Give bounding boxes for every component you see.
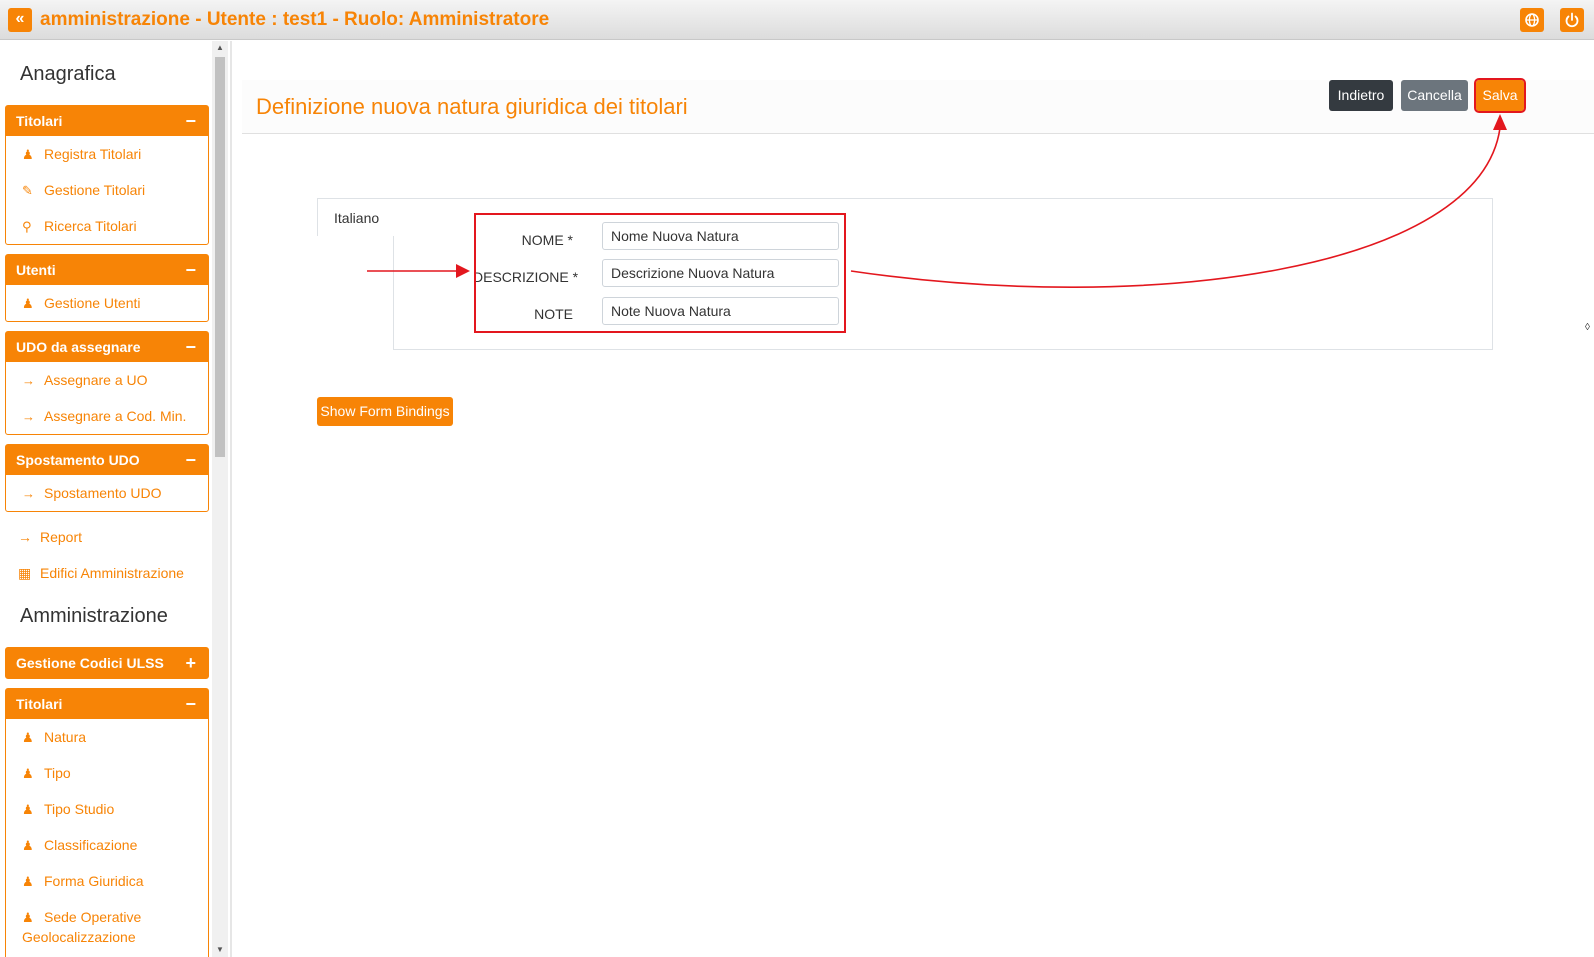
- arrow-right-icon: →: [18, 529, 32, 545]
- building-icon: ▦: [18, 565, 32, 581]
- section-heading-anagrafica: Anagrafica: [20, 63, 116, 85]
- save-button[interactable]: Salva: [1474, 78, 1526, 113]
- annotation-overlay: [367, 114, 1507, 288]
- sidebar-item-label: Spostamento UDO: [44, 485, 162, 501]
- sidebar-item-assegnare-cod-min[interactable]: → Assegnare a Cod. Min.: [6, 398, 208, 434]
- sidebar-item-overflow-text[interactable]: Geolocalizzazione: [6, 927, 208, 947]
- minus-icon[interactable]: −: [185, 106, 196, 136]
- language-button[interactable]: [1520, 8, 1544, 32]
- user-edit-icon: ♟: [22, 838, 34, 853]
- panel-header-spostamento[interactable]: Spostamento UDO −: [6, 445, 208, 475]
- sidebar-item-classificazione[interactable]: ♟ Classificazione: [6, 827, 208, 863]
- panel-title: Spostamento UDO: [16, 452, 140, 468]
- panel-udo-da-assegnare: UDO da assegnare − → Assegnare a UO → Asse…: [5, 331, 209, 435]
- sidebar-item-label: Tipo: [44, 765, 71, 781]
- user-edit-icon: ♟: [22, 766, 34, 781]
- annotation-highlight-box: [474, 213, 846, 333]
- sidebar-item-label: Gestione Titolari: [44, 182, 146, 198]
- section-heading-amministrazione: Amministrazione: [20, 605, 168, 627]
- user-edit-icon: ♟: [22, 296, 34, 311]
- sidebar-item-ricerca-titolari[interactable]: ⚲ Ricerca Titolari: [6, 208, 208, 244]
- sidebar-item-label: Natura: [44, 729, 87, 745]
- edit-icon: ✎: [22, 183, 33, 198]
- sidebar-item-report[interactable]: → Report: [18, 529, 82, 545]
- sidebar-item-edifici[interactable]: ▦ Edifici Amministrazione: [18, 565, 184, 582]
- sidebar-item-gestione-titolari[interactable]: ✎ Gestione Titolari: [6, 172, 208, 208]
- sidebar-item-forma-giuridica[interactable]: ♟ Forma Giuridica: [6, 863, 208, 899]
- minus-icon[interactable]: −: [185, 332, 196, 362]
- sidebar-item-sede-operative[interactable]: ♟ Sede Operative: [6, 907, 208, 927]
- sidebar-item-assegnare-uo[interactable]: → Assegnare a UO: [6, 362, 208, 398]
- power-icon: [1565, 12, 1579, 28]
- sidebar-item-tipo-studio[interactable]: ♟ Tipo Studio: [6, 791, 208, 827]
- user-edit-icon: ♟: [22, 147, 34, 162]
- arrow-right-icon: →: [22, 373, 35, 388]
- cancel-button[interactable]: Cancella: [1401, 80, 1468, 111]
- panel-title: Gestione Codici ULSS: [16, 655, 164, 671]
- sidebar-item-gestione-utenti[interactable]: ♟ Gestione Utenti: [6, 285, 208, 321]
- sidebar-item-spostamento-udo[interactable]: → Spostamento UDO: [6, 475, 208, 511]
- arrow-right-icon: →: [22, 486, 35, 501]
- globe-icon: [1525, 13, 1539, 27]
- sidebar: Anagrafica Titolari − ♟ Registra Titolari…: [0, 41, 230, 957]
- sidebar-item-label: Sede Operative: [44, 909, 142, 925]
- sidebar-item-label: Edifici Amministrazione: [40, 565, 184, 581]
- search-icon: ⚲: [22, 219, 32, 234]
- logout-button[interactable]: [1560, 8, 1584, 32]
- back-button[interactable]: Indietro: [1329, 80, 1393, 111]
- sidebar-item-label: Forma Giuridica: [44, 873, 144, 889]
- sidebar-divider: [230, 41, 232, 957]
- content-header: Definizione nuova natura giuridica dei t…: [242, 78, 1594, 134]
- app-title: amministrazione - Utente : test1 - Ruolo…: [40, 9, 550, 30]
- scroll-up-icon[interactable]: ▲: [212, 41, 228, 55]
- panel-title: Utenti: [16, 262, 56, 278]
- sidebar-scrollbar[interactable]: ▲ ▼: [212, 41, 228, 957]
- minus-icon[interactable]: −: [185, 255, 196, 285]
- panel-title: UDO da assegnare: [16, 339, 141, 355]
- collapse-sidebar-button[interactable]: «: [8, 8, 32, 32]
- sidebar-item-label: Report: [40, 529, 83, 545]
- panel-header-titolari2[interactable]: Titolari −: [6, 689, 208, 719]
- panel-titolari: Titolari − ♟ Registra Titolari ✎ Gestione …: [5, 105, 209, 245]
- sidebar-item-label: Classificazione: [44, 837, 138, 853]
- panel-header-titolari[interactable]: Titolari −: [6, 106, 208, 136]
- minus-icon[interactable]: −: [185, 445, 196, 475]
- panel-spostamento-udo: Spostamento UDO − → Spostamento UDO: [5, 444, 209, 512]
- panel-title: Titolari: [16, 696, 63, 712]
- scrollbar-thumb[interactable]: [215, 57, 225, 457]
- panel-utenti: Utenti − ♟ Gestione Utenti: [5, 254, 209, 322]
- arrow-right-icon: →: [22, 409, 35, 424]
- sidebar-item-tipo[interactable]: ♟ Tipo: [6, 755, 208, 791]
- show-form-bindings-button[interactable]: Show Form Bindings: [317, 397, 453, 426]
- page-title: Definizione nuova natura giuridica dei t…: [256, 94, 688, 119]
- sidebar-item-label: Registra Titolari: [44, 146, 142, 162]
- tab-italiano[interactable]: Italiano: [317, 198, 395, 236]
- user-edit-icon: ♟: [22, 730, 34, 745]
- user-edit-icon: ♟: [22, 874, 34, 889]
- panel-header-udo[interactable]: UDO da assegnare −: [6, 332, 208, 362]
- cursor-icon: ◊: [1585, 322, 1590, 333]
- sidebar-item-label: Gestione Utenti: [44, 295, 141, 311]
- double-chevron-left-icon: «: [15, 10, 25, 27]
- plus-icon[interactable]: +: [185, 648, 196, 678]
- panel-header-codici-ulss[interactable]: Gestione Codici ULSS +: [6, 648, 208, 678]
- panel-title: Titolari: [16, 113, 63, 129]
- user-edit-icon: ♟: [22, 910, 34, 925]
- sidebar-item-label: Tipo Studio: [44, 801, 115, 817]
- minus-icon[interactable]: −: [185, 689, 196, 719]
- sidebar-item-label: Assegnare a UO: [44, 372, 148, 388]
- top-bar: « amministrazione - Utente : test1 - Ruo…: [0, 0, 1594, 40]
- panel-header-utenti[interactable]: Utenti −: [6, 255, 208, 285]
- sidebar-item-registra-titolari[interactable]: ♟ Registra Titolari: [6, 136, 208, 172]
- sidebar-item-label: Assegnare a Cod. Min.: [44, 408, 187, 424]
- user-edit-icon: ♟: [22, 802, 34, 817]
- scroll-down-icon[interactable]: ▼: [212, 943, 228, 957]
- panel-gestione-codici-ulss: Gestione Codici ULSS +: [5, 647, 209, 679]
- panel-titolari-amministrazione: Titolari − ♟ Natura ♟ Tipo ♟ Tipo Studio ♟ C…: [5, 688, 209, 957]
- sidebar-item-label: Ricerca Titolari: [44, 218, 137, 234]
- sidebar-item-natura[interactable]: ♟ Natura: [6, 719, 208, 755]
